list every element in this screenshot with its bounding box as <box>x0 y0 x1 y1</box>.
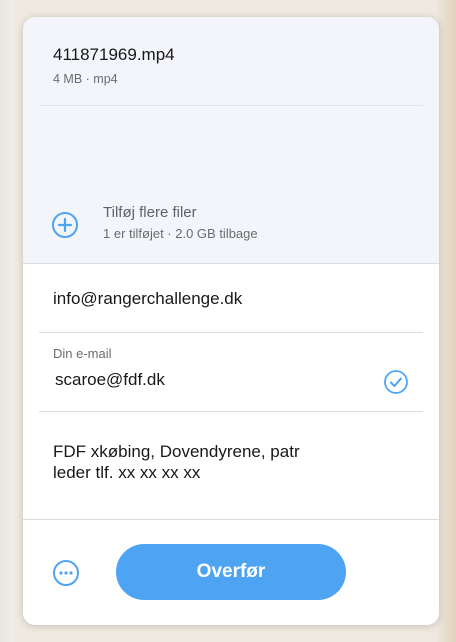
recipient-email-value: info@rangerchallenge.dk <box>53 289 243 308</box>
file-name: 411871969.mp4 <box>53 45 175 64</box>
files-summary: 1 er tilføjet · 2.0 GB tilbage <box>103 226 258 241</box>
transfer-panel: 411871969.mp4 4 MB · mp4 Tilføj flere fi… <box>23 17 439 625</box>
file-meta: 4 MB · mp4 <box>53 72 118 86</box>
transfer-button[interactable]: Overfør <box>116 544 346 600</box>
plus-circle-icon <box>52 212 78 238</box>
message-value: FDF xkøbing, Dovendyrene, patr leder tlf… <box>53 442 300 482</box>
sender-email-field[interactable]: Din e-mail scaroe@fdf.dk <box>39 332 423 412</box>
files-section: 411871969.mp4 4 MB · mp4 Tilføj flere fi… <box>23 17 439 264</box>
background-right <box>438 0 456 642</box>
check-circle-icon <box>384 370 408 394</box>
footer: Overfør <box>23 519 439 625</box>
more-options-icon[interactable] <box>52 559 80 587</box>
add-more-files-label: Tilføj flere filer <box>103 204 197 221</box>
message-field[interactable]: FDF xkøbing, Dovendyrene, patr leder tlf… <box>39 411 423 519</box>
sender-email-value: scaroe@fdf.dk <box>55 370 165 389</box>
file-item[interactable]: 411871969.mp4 4 MB · mp4 <box>39 17 423 106</box>
sender-email-label: Din e-mail <box>53 346 112 361</box>
add-more-files-button[interactable]: Tilføj flere filer 1 er tilføjet · 2.0 G… <box>51 203 341 249</box>
background-left <box>0 0 14 642</box>
recipient-email-field[interactable]: info@rangerchallenge.dk <box>39 263 423 333</box>
